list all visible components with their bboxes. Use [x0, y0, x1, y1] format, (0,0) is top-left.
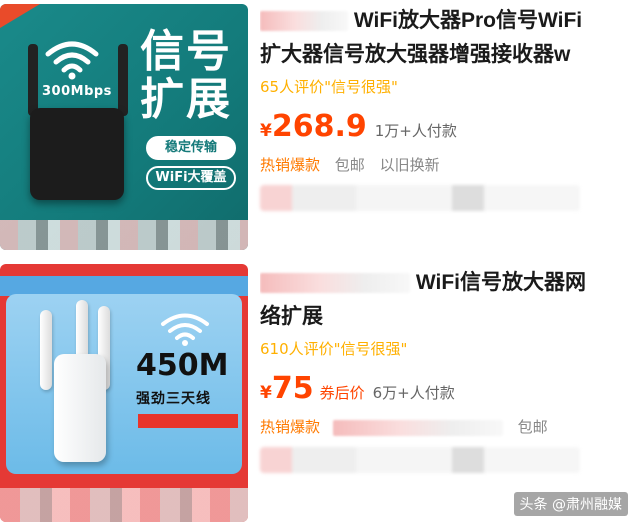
hot-sale-tag: 热销爆款	[260, 156, 321, 174]
antenna-right	[118, 44, 128, 116]
image-tag-stable: 稳定传输	[146, 136, 236, 160]
tag-row: 热销爆款 包邮	[260, 416, 640, 437]
red-banner	[138, 414, 238, 428]
speed-label: 450M	[136, 348, 229, 383]
image-top-band	[0, 276, 248, 296]
product-card-1[interactable]: 300Mbps 信号扩展 稳定传输 WiFi大覆盖 WiFi放大器Pro信号Wi…	[0, 0, 640, 262]
product-title-line-2[interactable]: 络扩展	[260, 300, 640, 334]
free-shipping-tag: 包邮	[334, 156, 365, 174]
product-card-2[interactable]: 450M 强劲三天线 WiFi信号放大器网 络扩展 610人评价"信号很强" ¥…	[0, 262, 640, 524]
extender-device	[54, 354, 106, 462]
wifi-icon	[45, 41, 99, 80]
router-device	[30, 108, 124, 200]
sold-count: 1万+人付款	[374, 122, 457, 140]
product-image-2[interactable]: 450M 强劲三天线	[0, 264, 248, 522]
image-headline: 信号扩展	[140, 26, 232, 126]
blurred-tag	[332, 419, 503, 436]
hot-sale-tag: 热销爆款	[260, 418, 321, 436]
price-value: 75	[271, 371, 314, 406]
price-value: 268.9	[271, 109, 367, 144]
speed-label: 300Mbps	[42, 84, 112, 99]
coupon-price-label: 券后价	[319, 384, 365, 402]
product-info-1: WiFi放大器Pro信号WiFi 扩大器信号放大强器增强接收器w 65人评价"信…	[260, 4, 640, 211]
review-summary[interactable]: 65人评价"信号很强"	[260, 76, 640, 97]
tag-row: 热销爆款 包邮 以旧换新	[260, 154, 640, 175]
title-line-1: WiFi放大器Pro信号WiFi	[353, 9, 583, 32]
review-summary[interactable]: 610人评价"信号很强"	[260, 338, 640, 359]
free-shipping-tag: 包邮	[517, 418, 548, 436]
blurred-shop-line	[260, 185, 580, 211]
corner-badge	[0, 4, 40, 28]
price-row: ¥ 268.9 1万+人付款	[260, 109, 640, 144]
trade-in-tag: 以旧换新	[379, 156, 440, 174]
product-image-1[interactable]: 300Mbps 信号扩展 稳定传输 WiFi大覆盖	[0, 4, 248, 250]
product-title[interactable]: WiFi信号放大器网	[260, 266, 640, 300]
antenna-1	[40, 310, 52, 390]
watermark: 头条 @肃州融媒	[513, 492, 628, 516]
image-caption-blurred	[0, 488, 248, 522]
blurred-brand	[260, 273, 410, 294]
sold-count: 6万+人付款	[372, 384, 455, 402]
antenna-description: 强劲三天线	[136, 391, 211, 407]
title-line-1: WiFi信号放大器网	[415, 271, 586, 294]
product-title-line-2[interactable]: 扩大器信号放大强器增强接收器w	[260, 38, 640, 72]
price-row: ¥ 75 券后价 6万+人付款	[260, 371, 640, 406]
blurred-brand	[260, 11, 348, 32]
product-info-2: WiFi信号放大器网 络扩展 610人评价"信号很强" ¥ 75 券后价 6万+…	[260, 266, 640, 473]
image-tag-coverage: WiFi大覆盖	[146, 166, 236, 190]
currency-symbol: ¥	[260, 383, 272, 403]
product-title[interactable]: WiFi放大器Pro信号WiFi	[260, 4, 640, 38]
blurred-shop-line	[260, 447, 580, 473]
currency-symbol: ¥	[260, 121, 272, 141]
image-caption-blurred	[0, 220, 248, 250]
wifi-icon	[161, 313, 209, 346]
antenna-left	[28, 44, 38, 116]
